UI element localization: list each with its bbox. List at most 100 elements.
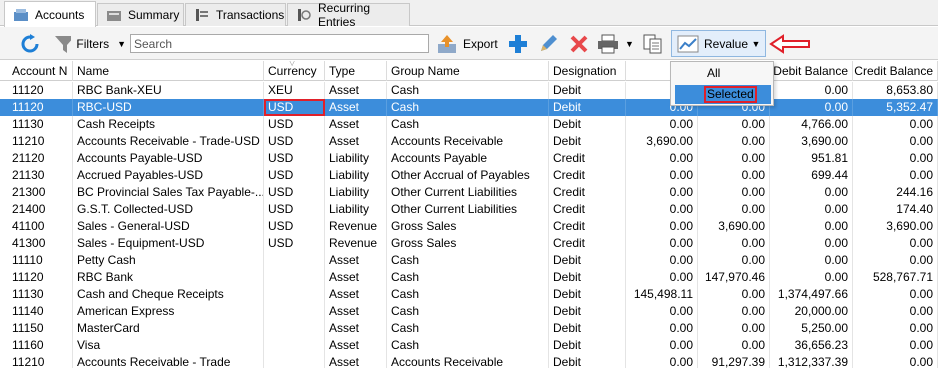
cell-type: Asset bbox=[325, 269, 387, 286]
menu-item-label: Selected bbox=[704, 86, 757, 103]
table-row[interactable]: 11120 RBC-USD USD Asset Cash Debit 0.00 0.00 0.0… bbox=[0, 99, 938, 116]
table-row[interactable]: 11210 Accounts Receivable - Trade Asset Acc… bbox=[0, 354, 938, 368]
cell-name: G.S.T. Collected-USD bbox=[73, 201, 264, 218]
cell-credit-balance: 0.00 bbox=[853, 150, 938, 167]
cell-type: Revenue bbox=[325, 235, 387, 252]
chevron-down-icon: ▼ bbox=[625, 38, 634, 49]
cell-account-number: 11120 bbox=[8, 82, 73, 99]
table-row[interactable]: 11120 RBC Bank-XEU XEU Asset Cash Debit 0.00 8,… bbox=[0, 82, 938, 99]
edit-button[interactable] bbox=[536, 27, 560, 60]
cell-name: Accrued Payables-USD bbox=[73, 167, 264, 184]
copy-button[interactable] bbox=[641, 27, 665, 60]
cell-group-name: Cash bbox=[387, 99, 549, 116]
cell-credit-balance: 244.16 bbox=[853, 184, 938, 201]
delete-button[interactable] bbox=[567, 27, 591, 60]
table-row[interactable]: 11120 RBC Bank Asset Cash Debit 0.00 147,970.4… bbox=[0, 269, 938, 286]
table-row[interactable]: 11110 Petty Cash Asset Cash Debit 0.00 0.00 0.0… bbox=[0, 252, 938, 269]
cell-currency bbox=[264, 303, 325, 320]
table-row[interactable]: 21400 G.S.T. Collected-USD USD Liability Oth… bbox=[0, 201, 938, 218]
cell-account-number: 11210 bbox=[8, 354, 73, 368]
table-row[interactable]: 11160 Visa Asset Cash Debit 0.00 0.00 36,656.23… bbox=[0, 337, 938, 354]
menu-item-all[interactable]: All bbox=[675, 64, 771, 83]
cell-delta-credit: 3,690.00 bbox=[698, 218, 770, 235]
cell-account-number: 11210 bbox=[8, 133, 73, 150]
table-row[interactable]: 21130 Accrued Payables-USD USD Liability Oth… bbox=[0, 167, 938, 184]
tab-summary[interactable]: Summary bbox=[97, 3, 184, 26]
tab-label: Summary bbox=[128, 8, 180, 22]
chevron-down-icon: ▼ bbox=[117, 38, 126, 49]
accounts-icon bbox=[13, 8, 29, 22]
menu-item-selected[interactable]: Selected bbox=[675, 85, 771, 104]
cell-delta-credit: 0.00 bbox=[698, 337, 770, 354]
cell-currency: USD bbox=[264, 150, 325, 167]
add-button[interactable] bbox=[506, 27, 530, 60]
export-button[interactable]: Export bbox=[437, 27, 499, 60]
tab-accounts[interactable]: Accounts bbox=[4, 1, 96, 27]
cell-account-number: 41100 bbox=[8, 218, 73, 235]
cell-designation: Debit bbox=[549, 337, 626, 354]
table-row[interactable]: 11130 Cash and Cheque Receipts Asset Cash De… bbox=[0, 286, 938, 303]
cell-delta-credit: 0.00 bbox=[698, 201, 770, 218]
table-row[interactable]: 21300 BC Provincial Sales Tax Payable-...… bbox=[0, 184, 938, 201]
cell-account-number: 41300 bbox=[8, 235, 73, 252]
table-row[interactable]: 41100 Sales - General-USD USD Revenue Gross … bbox=[0, 218, 938, 235]
column-header-debit-balance[interactable]: Debit Balance bbox=[770, 61, 853, 81]
cell-debit-balance: 4,766.00 bbox=[770, 116, 853, 133]
export-label: Export bbox=[463, 36, 498, 51]
cell-name: RBC Bank-XEU bbox=[73, 82, 264, 99]
cell-debit-balance: 0.00 bbox=[770, 201, 853, 218]
cell-type: Asset bbox=[325, 99, 387, 116]
cell-credit-balance: 0.00 bbox=[853, 235, 938, 252]
column-header-account-number[interactable]: Account N bbox=[8, 61, 73, 81]
print-button[interactable]: ▼ bbox=[597, 27, 637, 60]
cell-debit-balance: 699.44 bbox=[770, 167, 853, 184]
cell-currency bbox=[264, 337, 325, 354]
cell-delta-debit: 0.00 bbox=[626, 337, 698, 354]
cell-delta-credit: 91,297.39 bbox=[698, 354, 770, 368]
column-header-designation[interactable]: Designation bbox=[549, 61, 626, 81]
tab-transactions[interactable]: Transactions bbox=[185, 3, 286, 26]
filters-button[interactable]: Filters ▼ bbox=[54, 27, 126, 60]
cell-account-number: 11120 bbox=[8, 269, 73, 286]
cell-delta-credit: 0.00 bbox=[698, 116, 770, 133]
table-row[interactable]: 11130 Cash Receipts USD Asset Cash Debit 0.00 0… bbox=[0, 116, 938, 133]
cell-credit-balance: 8,653.80 bbox=[853, 82, 938, 99]
cell-debit-balance: 0.00 bbox=[770, 184, 853, 201]
column-header-type[interactable]: Type bbox=[325, 61, 387, 81]
cell-type: Liability bbox=[325, 201, 387, 218]
transactions-icon bbox=[194, 8, 210, 22]
tab-label: Recurring Entries bbox=[318, 1, 371, 29]
cell-debit-balance: 36,656.23 bbox=[770, 337, 853, 354]
table-row[interactable]: 41300 Sales - Equipment-USD USD Revenue Gros… bbox=[0, 235, 938, 252]
chevron-down-icon: ▼ bbox=[751, 38, 761, 49]
sort-indicator-icon: ▽ bbox=[289, 61, 296, 67]
search-input[interactable] bbox=[130, 34, 429, 53]
column-header-name[interactable]: Name bbox=[73, 61, 264, 81]
cell-credit-balance: 0.00 bbox=[853, 286, 938, 303]
cell-account-number: 21130 bbox=[8, 167, 73, 184]
revalue-dropdown-toggle[interactable]: ▼ bbox=[747, 27, 765, 60]
cell-currency: USD bbox=[264, 201, 325, 218]
table-row[interactable]: 21120 Accounts Payable-USD USD Liability Acc… bbox=[0, 150, 938, 167]
table-row[interactable]: 11140 American Express Asset Cash Debit 0.00 0… bbox=[0, 303, 938, 320]
cell-name: American Express bbox=[73, 303, 264, 320]
cell-type: Liability bbox=[325, 184, 387, 201]
cell-delta-debit: 0.00 bbox=[626, 354, 698, 368]
cell-account-number: 21120 bbox=[8, 150, 73, 167]
cell-delta-credit: 0.00 bbox=[698, 167, 770, 184]
column-header-group-name[interactable]: Group Name bbox=[387, 61, 549, 81]
cell-designation: Debit bbox=[549, 133, 626, 150]
table-row[interactable]: 11150 MasterCard Asset Cash Debit 0.00 0.00 5,2… bbox=[0, 320, 938, 337]
cell-name: Visa bbox=[73, 337, 264, 354]
tab-recurring-entries[interactable]: Recurring Entries bbox=[287, 1, 410, 29]
cell-name: Cash Receipts bbox=[73, 116, 264, 133]
cell-credit-balance: 0.00 bbox=[853, 167, 938, 184]
cell-name: BC Provincial Sales Tax Payable-... bbox=[73, 184, 264, 201]
cell-credit-balance: 5,352.47 bbox=[853, 99, 938, 116]
cell-designation: Debit bbox=[549, 116, 626, 133]
cell-group-name: Cash bbox=[387, 337, 549, 354]
table-row[interactable]: 11210 Accounts Receivable - Trade-USD USD A… bbox=[0, 133, 938, 150]
column-header-credit-balance[interactable]: Credit Balance bbox=[853, 61, 938, 81]
cell-delta-credit: 147,970.46 bbox=[698, 269, 770, 286]
refresh-button[interactable] bbox=[18, 27, 42, 60]
